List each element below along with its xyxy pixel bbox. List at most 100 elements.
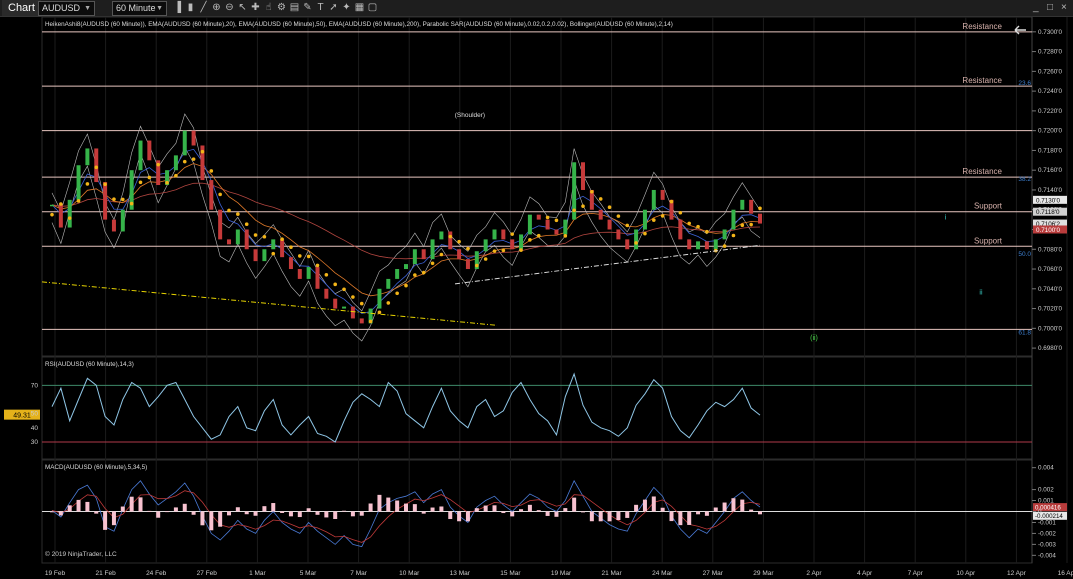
macd-histogram-bar [616, 511, 621, 521]
macd-histogram-bar [589, 511, 594, 522]
macd-histogram-bar [536, 510, 541, 512]
parabolic-sar-dot [67, 216, 72, 220]
heiken-ashi-candle [227, 239, 231, 245]
macd-histogram-bar [147, 510, 152, 512]
heiken-ashi-candle [297, 269, 302, 279]
macd-histogram-bar [67, 505, 72, 512]
parabolic-sar-dot [501, 248, 506, 253]
heiken-ashi-candle [430, 239, 435, 260]
macd-histogram-bar [510, 511, 515, 517]
macd-histogram-bar [315, 511, 320, 515]
x-tick-label: 19 Feb [45, 570, 66, 577]
macd-histogram-bar [120, 506, 125, 512]
macd-histogram-bar [200, 511, 205, 526]
rsi-tick-label: 30 [31, 439, 39, 446]
rsi-tick-label: 40 [31, 425, 39, 432]
macd-histogram-bar [501, 511, 506, 514]
macd-histogram-bar [227, 511, 231, 516]
heiken-ashi-candle [678, 219, 683, 240]
parabolic-sar-dot [85, 182, 90, 186]
heiken-ashi-candle [510, 239, 515, 250]
heiken-ashi-candle [333, 298, 338, 309]
y-tick-label: 0.7200'0 [1038, 128, 1062, 135]
heiken-ashi-candle [536, 214, 541, 220]
heiken-ashi-candle [324, 288, 329, 299]
macd-histogram-bar [103, 511, 108, 530]
macd-histogram-bar [545, 511, 550, 516]
macd-histogram-bar [306, 508, 311, 512]
price-tag-label: 0.7100'0 [1036, 227, 1060, 234]
macd-histogram-bar [94, 511, 99, 514]
fib-label: 23.6 [1018, 80, 1031, 87]
macd-histogram-bar [439, 506, 444, 512]
parabolic-sar-dot [298, 254, 302, 258]
parabolic-sar-dot [138, 180, 143, 185]
macd-histogram-bar [669, 511, 674, 522]
macd-histogram-bar [156, 511, 161, 518]
parabolic-sar-dot [156, 162, 160, 167]
macd-histogram-bar [271, 503, 276, 512]
heiken-ashi-candle [147, 140, 152, 161]
y-tick-label: 0.7160'0 [1038, 167, 1062, 174]
heiken-ashi-candle [545, 219, 550, 230]
level-label: Support [974, 236, 1003, 245]
macd-histogram-bar [297, 511, 302, 518]
heiken-ashi-candle [501, 229, 506, 240]
heiken-ashi-candle [527, 214, 532, 235]
parabolic-sar-dot [421, 270, 426, 275]
macd-histogram-bar [218, 511, 223, 527]
macd-histogram-bar [182, 503, 187, 512]
heiken-ashi-candle [749, 199, 754, 214]
heiken-ashi-candle [651, 189, 656, 210]
fib-label: 50.0 [1018, 251, 1031, 258]
macd-histogram-bar [581, 511, 585, 513]
heiken-ashi-candle [704, 241, 709, 250]
heiken-ashi-candle [660, 189, 665, 200]
parabolic-sar-dot [439, 252, 444, 257]
macd-histogram-bar [713, 507, 718, 512]
macd-histogram-bar [651, 496, 656, 512]
macd-histogram-bar [678, 511, 683, 526]
heiken-ashi-candle [288, 257, 293, 270]
parabolic-sar-dot [740, 223, 745, 227]
parabolic-sar-dot [121, 197, 125, 202]
parabolic-sar-dot [598, 197, 603, 201]
heiken-ashi-candle [377, 288, 382, 309]
price-panel[interactable] [41, 16, 1033, 357]
wave-annotation: ii [979, 290, 983, 297]
y-tick-label: 0.7080'0 [1038, 246, 1062, 253]
x-tick-label: 1 Mar [249, 570, 266, 577]
macd-histogram-bar [244, 511, 249, 515]
y-tick-label: 0.7140'0 [1038, 187, 1062, 194]
x-tick-label: 4 Apr [857, 570, 873, 577]
parabolic-sar-dot [413, 273, 417, 277]
fib-label: 61.8 [1018, 329, 1031, 336]
parabolic-sar-dot [554, 218, 559, 223]
level-label: Resistance [962, 22, 1002, 31]
rsi-panel[interactable] [41, 356, 1033, 460]
parabolic-sar-dot [147, 175, 152, 180]
macd-tick-label: 0.001 [1038, 498, 1054, 505]
level-label: Resistance [962, 76, 1002, 85]
y-tick-label: 0.7180'0 [1038, 147, 1062, 154]
macd-histogram-bar [457, 511, 462, 522]
macd-histogram-bar [386, 497, 391, 512]
rsi-tick-label: 50 [31, 411, 39, 418]
y-tick-label: 0.7040'0 [1038, 286, 1062, 293]
x-tick-label: 5 Mar [300, 570, 317, 577]
macd-histogram-bar [173, 507, 178, 512]
heiken-ashi-candle [173, 155, 178, 171]
parabolic-sar-dot [165, 180, 169, 185]
chart-canvas[interactable]: Resistance Resistance Resistance Support Sup… [0, 0, 1073, 579]
macd-histogram-bar [740, 499, 745, 512]
parabolic-sar-dot [351, 295, 355, 299]
macd-histogram-bar [492, 505, 497, 512]
heiken-ashi-candle [191, 130, 196, 146]
parabolic-sar-dot [306, 254, 311, 259]
heiken-ashi-candle [94, 148, 99, 183]
heiken-ashi-candle [687, 239, 692, 250]
x-tick-label: 27 Mar [703, 570, 724, 577]
x-tick-label: 10 Apr [956, 570, 976, 577]
level-label: Resistance [962, 167, 1002, 176]
macd-histogram-bar [465, 511, 470, 522]
